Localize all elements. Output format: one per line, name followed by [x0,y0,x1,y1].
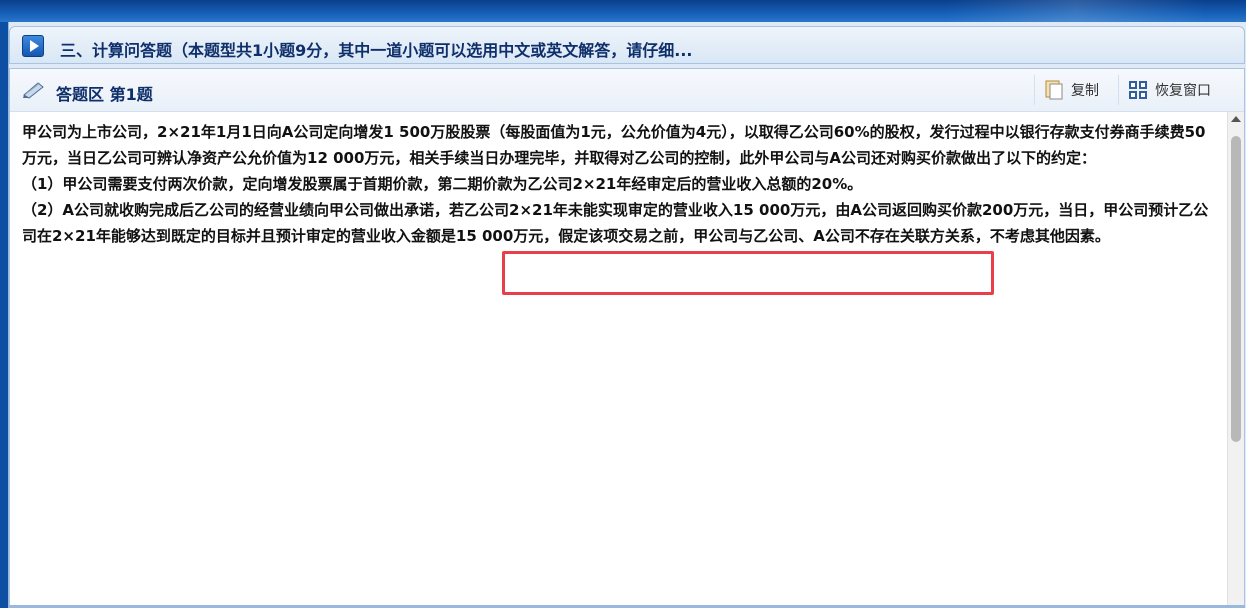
restore-window-icon [1129,81,1147,99]
exam-window: 三、计算问答题（本题型共1小题9分，其中一道小题可以选用中文或英文解答，请仔细.… [8,22,1246,608]
restore-window-label: 恢复窗口 [1155,83,1211,99]
question-paragraph: 甲公司为上市公司，2×21年1月1日向A公司定向增发1 500万股股票（每股面值… [22,123,1206,167]
copy-label: 复制 [1071,83,1099,99]
copy-icon [1045,80,1063,100]
scroll-up-icon[interactable] [1231,116,1241,122]
section-title: 三、计算问答题（本题型共1小题9分，其中一道小题可以选用中文或英文解答，请仔细.… [60,41,693,60]
section-header[interactable]: 三、计算问答题（本题型共1小题9分，其中一道小题可以选用中文或英文解答，请仔细.… [9,26,1245,64]
restore-window-button[interactable]: 恢复窗口 [1118,75,1222,105]
question-item-2: （2）A公司就收购完成后乙公司的经营业绩向甲公司做出承诺，若乙公司2×21年未能… [22,201,1209,245]
scroll-thumb[interactable] [1231,136,1241,442]
vertical-scrollbar[interactable] [1227,112,1244,607]
answer-panel: 答题区 第1题 复制 恢复窗口 甲公司为上市公司，2×21年1月1日向A公司定向… [9,68,1245,608]
question-text: 甲公司为上市公司，2×21年1月1日向A公司定向增发1 500万股股票（每股面值… [22,119,1218,249]
answer-toolbar: 答题区 第1题 复制 恢复窗口 [10,69,1244,112]
play-icon[interactable] [22,35,44,57]
banner-decoration [946,0,1206,22]
top-banner [0,0,1246,22]
pencil-icon [23,82,44,99]
answer-area-title: 答题区 第1题 [56,85,153,104]
highlight-annotation [502,251,994,295]
copy-button[interactable]: 复制 [1034,75,1112,105]
question-item-1: （1）甲公司需要支付两次价款，定向增发股票属于首期价款，第二期价款为乙公司2×2… [22,175,863,193]
